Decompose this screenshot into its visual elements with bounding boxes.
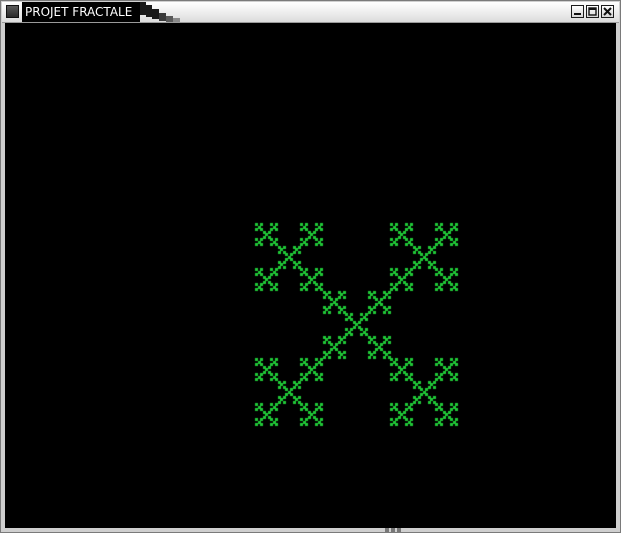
window-menu-button[interactable] bbox=[6, 5, 19, 18]
close-icon bbox=[603, 7, 612, 16]
maximize-icon bbox=[588, 7, 597, 16]
window-title: PROJET FRACTALE bbox=[25, 5, 133, 19]
minimize-icon bbox=[574, 13, 581, 15]
maximize-button[interactable] bbox=[586, 5, 599, 18]
minimize-button[interactable] bbox=[571, 5, 584, 18]
fractal-canvas bbox=[5, 23, 616, 528]
title-decoration bbox=[140, 2, 180, 22]
window-controls bbox=[571, 5, 614, 20]
close-button[interactable] bbox=[601, 5, 614, 18]
application-window: PROJET FRACTALE bbox=[0, 0, 621, 533]
title-bar[interactable]: PROJET FRACTALE bbox=[2, 2, 619, 23]
resize-grip[interactable] bbox=[385, 528, 401, 532]
